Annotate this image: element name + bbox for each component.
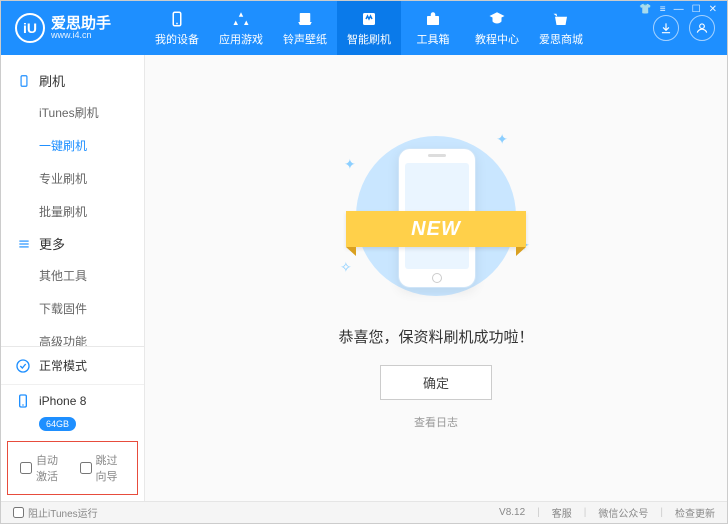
activation-options: 自动激活 跳过向导 [7, 441, 138, 495]
flash-icon [360, 10, 378, 28]
version-label: V8.12 [499, 507, 525, 518]
sidebar-item-oneclick[interactable]: 一键刷机 [1, 129, 144, 162]
nav-label: 教程中心 [475, 31, 519, 47]
app-header: 👕 ≡ ― ☐ ✕ iU 爱思助手 www.i4.cn 我的设备 应用游戏 铃声… [1, 1, 727, 55]
status-bar: 阻止iTunes运行 V8.12 | 客服 | 微信公众号 | 检查更新 [1, 501, 727, 523]
nav-label: 铃声壁纸 [283, 31, 327, 47]
nav-label: 工具箱 [417, 31, 450, 47]
view-log-link[interactable]: 查看日志 [414, 414, 458, 430]
sparkle-icon: ✦ [496, 131, 508, 148]
sidebar-item-firmware[interactable]: 下载固件 [1, 292, 144, 325]
success-message: 恭喜您，保资料刷机成功啦！ [338, 326, 533, 347]
tutorial-icon [488, 10, 506, 28]
app-title: 爱思助手 [51, 16, 111, 31]
checkbox-label: 阻止iTunes运行 [28, 505, 98, 520]
apps-icon [232, 10, 250, 28]
shirt-icon[interactable]: 👕 [639, 4, 651, 15]
new-ribbon: NEW [346, 211, 526, 251]
toolbox-icon [424, 10, 442, 28]
success-illustration: ✦ ✦ ✧ ✦ NEW [336, 126, 536, 306]
logo-area: iU 爱思助手 www.i4.cn [1, 13, 145, 43]
block-itunes-checkbox[interactable]: 阻止iTunes运行 [13, 505, 98, 520]
ringtone-icon [296, 10, 314, 28]
nav-label: 我的设备 [155, 31, 199, 47]
footer-link-update[interactable]: 检查更新 [675, 505, 715, 520]
sidebar-group-label: 更多 [39, 234, 65, 253]
sparkle-icon: ✦ [344, 156, 356, 173]
skip-wizard-checkbox[interactable]: 跳过向导 [80, 452, 126, 484]
nav-flash[interactable]: 智能刷机 [337, 1, 401, 55]
device-row[interactable]: iPhone 8 [1, 385, 144, 417]
mode-row[interactable]: 正常模式 [1, 347, 144, 385]
auto-activate-checkbox[interactable]: 自动激活 [20, 452, 66, 484]
nav-label: 智能刷机 [347, 31, 391, 47]
download-button[interactable] [653, 15, 679, 41]
ribbon-text: NEW [346, 211, 526, 247]
checkbox-label: 跳过向导 [96, 452, 126, 484]
user-button[interactable] [689, 15, 715, 41]
nav-my-device[interactable]: 我的设备 [145, 1, 209, 55]
device-name: iPhone 8 [39, 394, 86, 408]
sidebar: 刷机 iTunes刷机 一键刷机 专业刷机 批量刷机 更多 其他工具 下载固件 … [1, 55, 145, 501]
mall-icon [552, 10, 570, 28]
app-subtitle: www.i4.cn [51, 31, 111, 40]
nav-apps[interactable]: 应用游戏 [209, 1, 273, 55]
main-content: ✦ ✦ ✧ ✦ NEW 恭喜您，保资料刷机成功啦！ 确定 查看日志 [145, 55, 727, 501]
nav-mall[interactable]: 爱思商城 [529, 1, 593, 55]
checkbox-label: 自动激活 [36, 452, 66, 484]
sidebar-group-more: 更多 [1, 228, 144, 259]
footer-link-support[interactable]: 客服 [552, 505, 572, 520]
sidebar-group-label: 刷机 [39, 71, 65, 90]
nav-tutorial[interactable]: 教程中心 [465, 1, 529, 55]
ok-button[interactable]: 确定 [380, 365, 492, 400]
sidebar-group-flash: 刷机 [1, 65, 144, 96]
sparkle-icon: ✧ [340, 259, 352, 276]
nav-ringtone[interactable]: 铃声壁纸 [273, 1, 337, 55]
nav-tools[interactable]: 工具箱 [401, 1, 465, 55]
nav-label: 爱思商城 [539, 31, 583, 47]
device-icon [168, 10, 186, 28]
footer-link-wechat[interactable]: 微信公众号 [598, 505, 648, 520]
sidebar-item-batch[interactable]: 批量刷机 [1, 195, 144, 228]
mode-label: 正常模式 [39, 357, 87, 374]
sidebar-item-other[interactable]: 其他工具 [1, 259, 144, 292]
sidebar-bottom: 正常模式 iPhone 8 64GB 自动激活 跳过向导 [1, 346, 144, 501]
sidebar-item-pro[interactable]: 专业刷机 [1, 162, 144, 195]
main-nav: 我的设备 应用游戏 铃声壁纸 智能刷机 工具箱 教程中心 爱思商城 [145, 1, 593, 55]
header-right [653, 1, 715, 55]
sidebar-item-advanced[interactable]: 高级功能 [1, 325, 144, 346]
logo-icon: iU [15, 13, 45, 43]
sidebar-item-itunes[interactable]: iTunes刷机 [1, 96, 144, 129]
nav-label: 应用游戏 [219, 31, 263, 47]
device-storage-tag: 64GB [39, 417, 76, 431]
